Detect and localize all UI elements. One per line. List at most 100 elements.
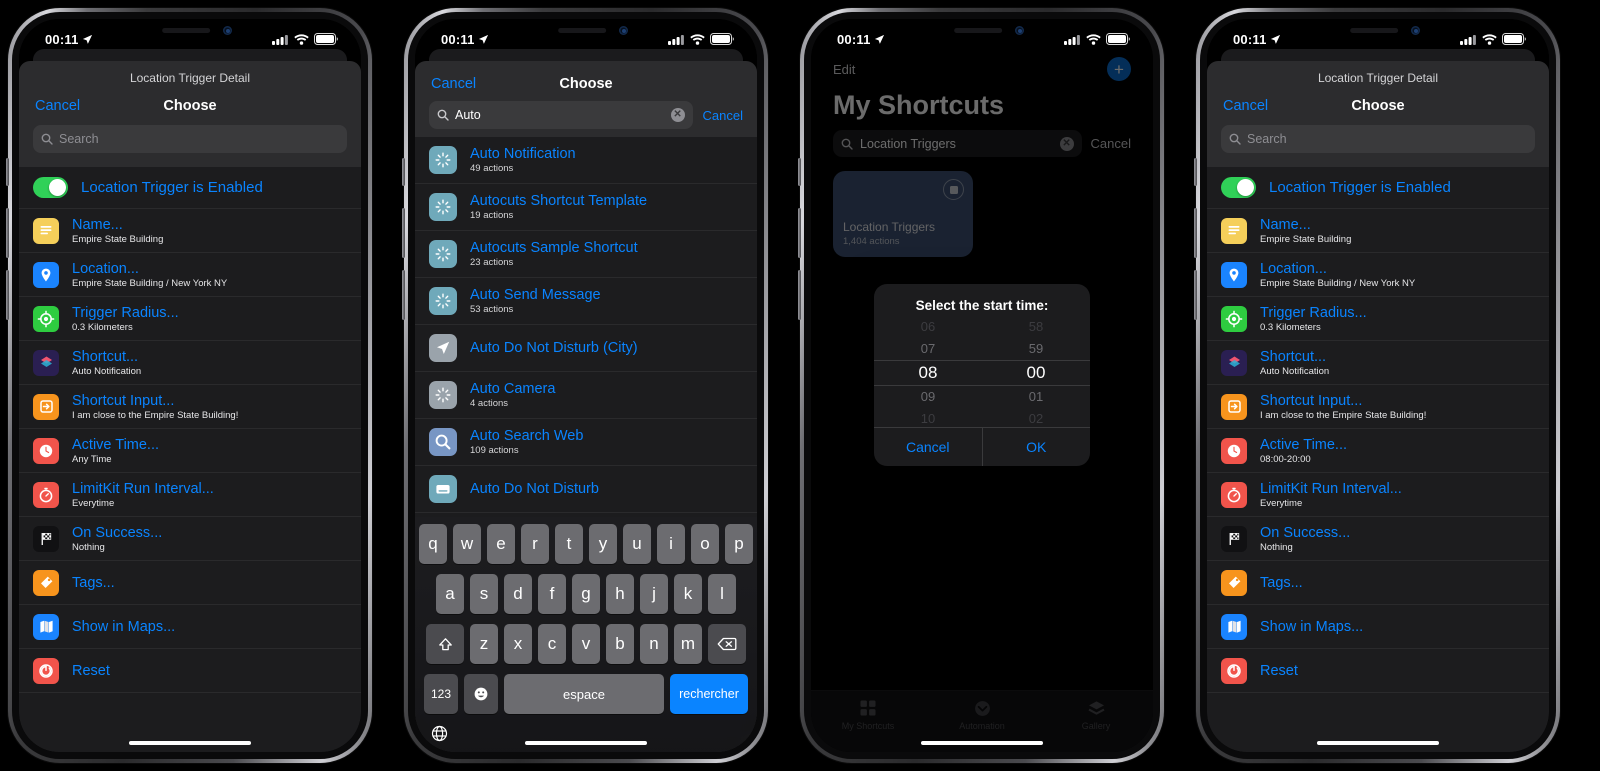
table-row[interactable]: Trigger Radius... 0.3 Kilometers — [1207, 297, 1549, 341]
list-item[interactable]: Auto Camera 4 actions — [415, 372, 757, 419]
key-y[interactable]: y — [589, 524, 617, 564]
alert-ok-button[interactable]: OK — [981, 427, 1091, 466]
table-row[interactable]: Location... Empire State Building / New … — [1207, 253, 1549, 297]
list-item[interactable]: Auto Search Web 109 actions — [415, 419, 757, 466]
table-row[interactable]: Tags... — [19, 561, 361, 605]
hour-picker-column[interactable]: 06 07 08 09 10 — [874, 319, 982, 427]
key-t[interactable]: t — [555, 524, 583, 564]
picker-item[interactable]: 59 — [1029, 338, 1043, 360]
emoji-smiley-icon[interactable] — [464, 674, 498, 714]
picker-item[interactable]: 02 — [1029, 408, 1043, 430]
key-c[interactable]: c — [538, 624, 566, 664]
home-indicator[interactable] — [129, 741, 251, 745]
picker-item-selected[interactable]: 00 — [1027, 360, 1046, 386]
table-row[interactable]: Location... Empire State Building / New … — [19, 253, 361, 297]
table-row[interactable]: Shortcut... Auto Notification — [19, 341, 361, 385]
return-key[interactable]: rechercher — [670, 674, 748, 714]
table-row[interactable]: Shortcut Input... I am close to the Empi… — [1207, 385, 1549, 429]
key-x[interactable]: x — [504, 624, 532, 664]
key-d[interactable]: d — [504, 574, 532, 614]
key-o[interactable]: o — [691, 524, 719, 564]
space-key[interactable]: espace — [504, 674, 664, 714]
list-item-title: Auto Notification — [470, 146, 576, 162]
table-row[interactable]: LimitKit Run Interval... Everytime — [1207, 473, 1549, 517]
table-row[interactable]: Active Time... 08:00-20:00 — [1207, 429, 1549, 473]
phone-volume-up — [402, 208, 405, 258]
key-j[interactable]: j — [640, 574, 668, 614]
key-l[interactable]: l — [708, 574, 736, 614]
table-row[interactable]: Reset — [1207, 649, 1549, 693]
search-input[interactable]: Auto ✕ — [429, 101, 693, 129]
table-row[interactable]: Name... Empire State Building — [19, 209, 361, 253]
key-g[interactable]: g — [572, 574, 600, 614]
table-row[interactable]: Shortcut... Auto Notification — [1207, 341, 1549, 385]
list-item[interactable]: Auto Do Not Disturb (City) — [415, 325, 757, 372]
key-i[interactable]: i — [657, 524, 685, 564]
table-row[interactable]: Active Time... Any Time — [19, 429, 361, 473]
picker-item[interactable]: 07 — [921, 338, 935, 360]
location-trigger-switch[interactable] — [1221, 177, 1256, 198]
shift-up-icon[interactable] — [426, 624, 464, 664]
key-k[interactable]: k — [674, 574, 702, 614]
table-row[interactable]: On Success... Nothing — [1207, 517, 1549, 561]
picker-item[interactable]: 10 — [921, 408, 935, 430]
alert-cancel-button[interactable]: Cancel — [874, 428, 982, 466]
list-item[interactable]: Autocuts Shortcut Template 19 actions — [415, 184, 757, 231]
location-trigger-switch[interactable] — [33, 177, 68, 198]
table-row[interactable]: Reset — [19, 649, 361, 693]
key-s[interactable]: s — [470, 574, 498, 614]
numbers-key[interactable]: 123 — [424, 674, 458, 714]
home-indicator[interactable] — [921, 741, 1043, 745]
table-row[interactable]: Show in Maps... — [1207, 605, 1549, 649]
keyboard-row-2: a s d f g h j k l — [418, 574, 754, 614]
table-row[interactable]: Name... Empire State Building — [1207, 209, 1549, 253]
picker-item[interactable]: 06 — [921, 316, 935, 338]
list-item[interactable]: Auto Do Not Disturb — [415, 466, 757, 513]
key-m[interactable]: m — [674, 624, 702, 664]
search-row: Auto ✕ Cancel — [415, 95, 757, 139]
key-q[interactable]: q — [419, 524, 447, 564]
row-subtitle: Nothing — [1260, 541, 1293, 553]
table-row[interactable]: Tags... — [1207, 561, 1549, 605]
toggle-row-location-trigger-enabled[interactable]: Location Trigger is Enabled — [19, 167, 361, 209]
detail-list[interactable]: Location Trigger is Enabled Name... Empi… — [19, 167, 361, 752]
row-subtitle: Auto Notification — [72, 365, 142, 377]
on-screen-keyboard[interactable]: q w e r t y u i o p a s d f g h j k l z … — [415, 517, 757, 752]
table-row[interactable]: LimitKit Run Interval... Everytime — [19, 473, 361, 517]
table-row[interactable]: Trigger Radius... 0.3 Kilometers — [19, 297, 361, 341]
key-e[interactable]: e — [487, 524, 515, 564]
search-input[interactable]: Search — [1221, 125, 1535, 153]
home-indicator[interactable] — [525, 741, 647, 745]
clear-circle-icon[interactable]: ✕ — [670, 108, 685, 122]
key-b[interactable]: b — [606, 624, 634, 664]
search-cancel-button[interactable]: Cancel — [703, 108, 743, 123]
minute-picker-column[interactable]: 58 59 00 01 02 — [982, 319, 1090, 427]
key-z[interactable]: z — [470, 624, 498, 664]
key-u[interactable]: u — [623, 524, 651, 564]
key-p[interactable]: p — [725, 524, 753, 564]
detail-list[interactable]: Location Trigger is Enabled Name... Empi… — [1207, 167, 1549, 752]
picker-item[interactable]: 01 — [1029, 386, 1043, 408]
key-h[interactable]: h — [606, 574, 634, 614]
time-picker[interactable]: 06 07 08 09 10 58 59 00 01 02 — [874, 319, 1090, 427]
search-input[interactable]: Search — [33, 125, 347, 153]
table-row[interactable]: Shortcut Input... I am close to the Empi… — [19, 385, 361, 429]
key-w[interactable]: w — [453, 524, 481, 564]
key-f[interactable]: f — [538, 574, 566, 614]
list-item[interactable]: Auto Notification 49 actions — [415, 137, 757, 184]
list-item[interactable]: Autocuts Sample Shortcut 23 actions — [415, 231, 757, 278]
list-item[interactable]: Auto Send Message 53 actions — [415, 278, 757, 325]
table-row[interactable]: On Success... Nothing — [19, 517, 361, 561]
picker-item-selected[interactable]: 08 — [919, 360, 938, 386]
home-indicator[interactable] — [1317, 741, 1439, 745]
picker-item[interactable]: 09 — [921, 386, 935, 408]
tag-icon — [1221, 569, 1247, 596]
backspace-icon[interactable] — [708, 624, 746, 664]
key-a[interactable]: a — [436, 574, 464, 614]
table-row[interactable]: Show in Maps... — [19, 605, 361, 649]
key-n[interactable]: n — [640, 624, 668, 664]
key-r[interactable]: r — [521, 524, 549, 564]
picker-item[interactable]: 58 — [1029, 316, 1043, 338]
key-v[interactable]: v — [572, 624, 600, 664]
toggle-row-location-trigger-enabled[interactable]: Location Trigger is Enabled — [1207, 167, 1549, 209]
